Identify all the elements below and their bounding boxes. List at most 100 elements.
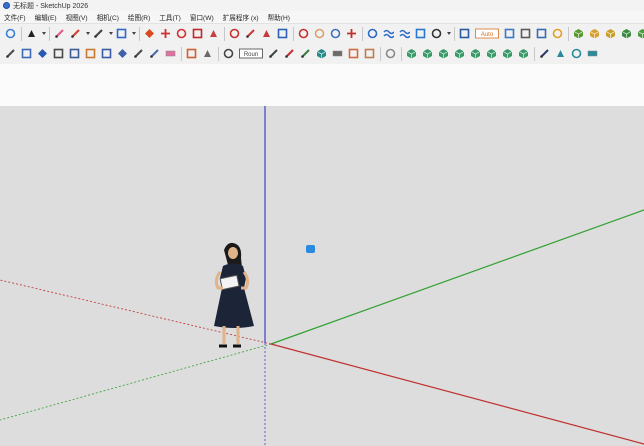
select-button[interactable]: [25, 27, 38, 40]
t2-12-button[interactable]: [185, 47, 198, 60]
chevron-down-icon[interactable]: [131, 27, 136, 40]
cube-yellow-icon: [605, 29, 616, 39]
t2-26-button[interactable]: [437, 47, 450, 60]
sandbox-4-button[interactable]: [414, 27, 427, 40]
gear-button[interactable]: [551, 27, 564, 40]
scale-button[interactable]: [191, 27, 204, 40]
dynamic-component-icon: [504, 28, 515, 39]
t2-18-button[interactable]: [299, 47, 312, 60]
t2-23-button[interactable]: [384, 47, 397, 60]
scene-canvas[interactable]: [0, 106, 644, 446]
chevron-down-icon[interactable]: [108, 27, 113, 40]
orbit-icon: [298, 28, 309, 39]
t2-4-button[interactable]: [52, 47, 65, 60]
ext-4-button[interactable]: [620, 27, 633, 40]
zoom-window-icon: [347, 29, 356, 38]
zoom-icon: [330, 28, 341, 39]
pan-button[interactable]: [313, 27, 326, 40]
sandbox-3-button[interactable]: [398, 27, 411, 40]
dyn-2-button[interactable]: [519, 27, 532, 40]
chevron-down-icon[interactable]: [446, 27, 451, 40]
ext-3-button[interactable]: [604, 27, 617, 40]
rectangle-button[interactable]: [115, 27, 128, 40]
zoom-window-button[interactable]: [345, 27, 358, 40]
t2-34-button[interactable]: [570, 47, 583, 60]
protractor-button[interactable]: [260, 27, 273, 40]
t2-5-button[interactable]: [68, 47, 81, 60]
dimension-button[interactable]: [244, 27, 257, 40]
zoom-button[interactable]: [329, 27, 342, 40]
sandbox-smoove-icon: [399, 29, 410, 39]
t2-25-button[interactable]: [421, 47, 434, 60]
style-1-button[interactable]: [458, 27, 471, 40]
sandbox-2-button[interactable]: [382, 27, 395, 40]
t2-31-button[interactable]: [517, 47, 530, 60]
push-pull-button[interactable]: [143, 27, 156, 40]
toolbar-separator: [224, 26, 225, 41]
t2-7-button[interactable]: [100, 47, 113, 60]
t2-16-button[interactable]: [267, 47, 280, 60]
t2-9-button[interactable]: [132, 47, 145, 60]
menu-item-0[interactable]: 文件(F): [4, 12, 26, 22]
dyn-3-button[interactable]: [535, 27, 548, 40]
freehand-button[interactable]: [92, 27, 105, 40]
menu-item-5[interactable]: 工具(T): [159, 12, 181, 22]
menu-item-4[interactable]: 绘图(R): [128, 12, 150, 22]
t2-28-button[interactable]: [469, 47, 482, 60]
drawing-viewport[interactable]: [0, 106, 644, 446]
text-button[interactable]: [276, 27, 289, 40]
loop-icon: [223, 48, 234, 59]
ext-2-button[interactable]: [588, 27, 601, 40]
t2-22-button[interactable]: [363, 47, 376, 60]
menu-item-3[interactable]: 相机(C): [97, 12, 119, 22]
tape-button[interactable]: [228, 27, 241, 40]
t2-24-button[interactable]: [405, 47, 418, 60]
line-button[interactable]: [69, 27, 82, 40]
dyn-1-button[interactable]: [503, 27, 516, 40]
menu-item-7[interactable]: 扩展程序 (x): [223, 12, 259, 22]
menu-item-2[interactable]: 视图(V): [66, 12, 88, 22]
eraser-button[interactable]: [53, 27, 66, 40]
t2-15-button[interactable]: Roun: [238, 47, 264, 60]
scale-figure[interactable]: [214, 242, 254, 348]
ext-1-button[interactable]: [572, 27, 585, 40]
green-axis-hidden: [0, 343, 272, 421]
teal-prism-icon: [557, 50, 564, 57]
dynamic-options-icon: [520, 28, 531, 39]
zoom-extents-button[interactable]: [4, 27, 17, 40]
selection-marker-icon[interactable]: [306, 245, 315, 253]
t2-35-button[interactable]: [586, 47, 599, 60]
t2-19-button[interactable]: [315, 47, 328, 60]
sandbox-1-button[interactable]: [366, 27, 379, 40]
orbit-button[interactable]: [297, 27, 310, 40]
auto-button[interactable]: Auto: [474, 27, 500, 40]
t2-13-button[interactable]: [201, 47, 214, 60]
account-button[interactable]: [430, 27, 443, 40]
t2-27-button[interactable]: [453, 47, 466, 60]
t2-2-button[interactable]: [20, 47, 33, 60]
chevron-down-icon[interactable]: [41, 27, 46, 40]
menu-item-6[interactable]: 窗口(W): [190, 12, 214, 22]
t2-3-button[interactable]: [36, 47, 49, 60]
chevron-down-icon[interactable]: [85, 27, 90, 40]
menu-item-1[interactable]: 编辑(E): [35, 12, 57, 22]
t2-32-button[interactable]: [538, 47, 551, 60]
t2-8-button[interactable]: [116, 47, 129, 60]
menu-item-8[interactable]: 帮助(H): [268, 12, 290, 22]
t2-1-button[interactable]: [4, 47, 17, 60]
ext-5-button[interactable]: [636, 27, 644, 40]
t2-33-button[interactable]: [554, 47, 567, 60]
t2-14-button[interactable]: [222, 47, 235, 60]
t2-29-button[interactable]: [485, 47, 498, 60]
t2-17-button[interactable]: [283, 47, 296, 60]
t2-30-button[interactable]: [501, 47, 514, 60]
rotate-button[interactable]: [175, 27, 188, 40]
t2-10-button[interactable]: [148, 47, 161, 60]
move-button[interactable]: [159, 27, 172, 40]
line-slash-icon: [285, 49, 294, 58]
t2-20-button[interactable]: [331, 47, 344, 60]
t2-11-button[interactable]: [164, 47, 177, 60]
t2-6-button[interactable]: [84, 47, 97, 60]
t2-21-button[interactable]: [347, 47, 360, 60]
offset-button[interactable]: [207, 27, 220, 40]
